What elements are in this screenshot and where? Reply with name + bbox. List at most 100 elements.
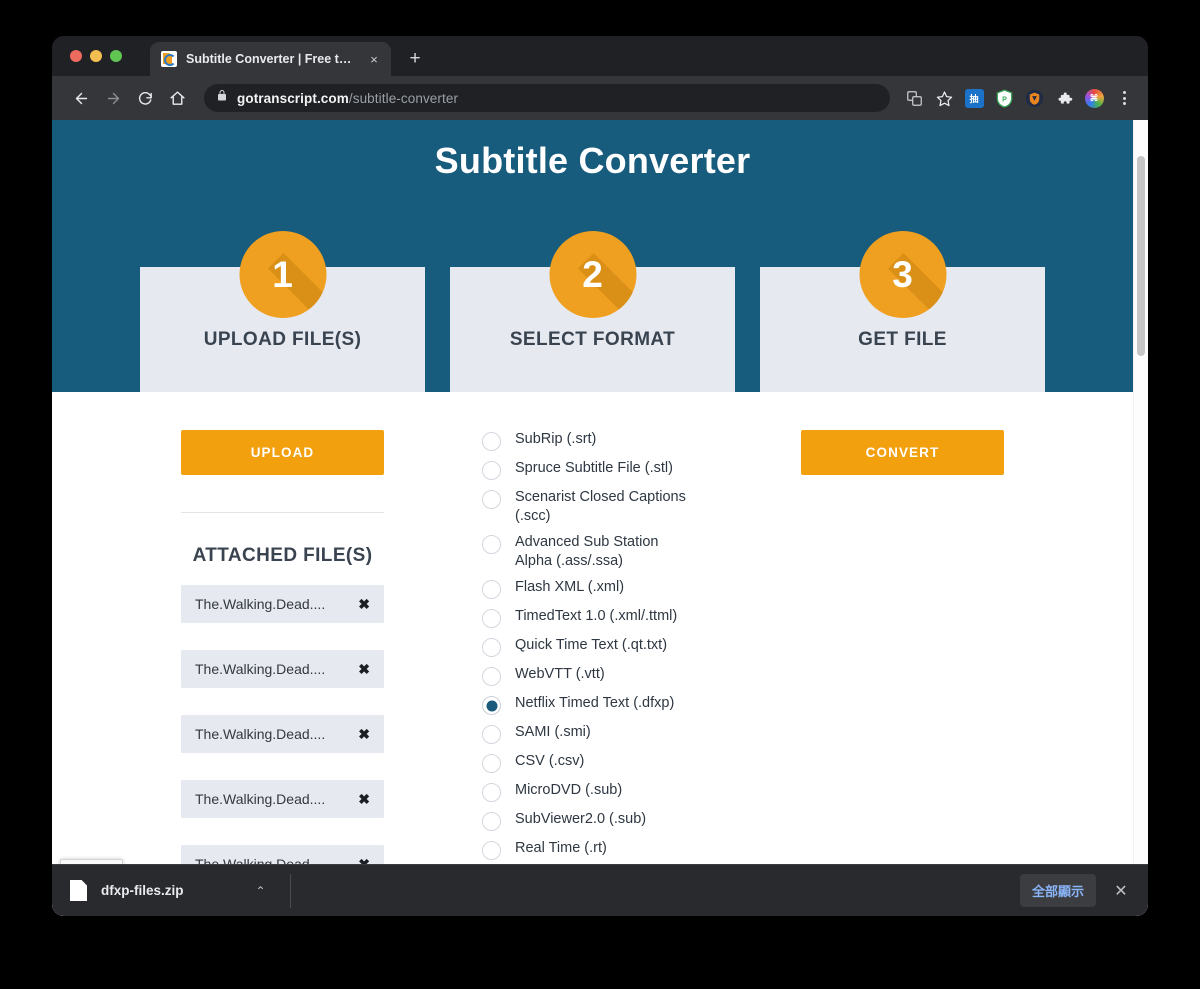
page-viewport: Subtitle Converter 1 UPLOAD FILE(S) UPLO… [52, 120, 1148, 916]
downloads-bar-actions: 全部顯示 ✕ [1019, 874, 1134, 907]
address-bar-url: gotranscript.com/subtitle-converter [237, 91, 458, 106]
format-option[interactable]: Scenarist Closed Captions (.scc) [482, 488, 713, 525]
format-option-label: MicroDVD (.sub) [515, 782, 623, 799]
radio-button-selected[interactable] [482, 696, 501, 716]
step-3-number-badge: 3 [859, 231, 946, 318]
close-tab-icon[interactable]: × [365, 50, 383, 68]
radio-button[interactable] [482, 580, 501, 600]
format-option[interactable]: MicroDVD (.sub) [482, 781, 713, 803]
format-option-label: Spruce Subtitle File (.stl) [515, 460, 673, 476]
step-select-format: 2 SELECT FORMAT SubRip (.srt) Spruce Subt… [450, 230, 735, 910]
format-option[interactable]: WebVTT (.vtt) [482, 665, 713, 687]
remove-file-icon[interactable]: ✖ [352, 596, 370, 613]
convert-button[interactable]: CONVERT [801, 430, 1004, 475]
close-downloads-bar-icon[interactable]: ✕ [1108, 878, 1134, 904]
url-path: /subtitle-converter [348, 90, 459, 106]
address-bar[interactable]: gotranscript.com/subtitle-converter [204, 84, 890, 112]
downloads-bar: dfxp-files.zip ⌃ 全部顯示 ✕ [52, 864, 1148, 916]
bookmark-star-icon[interactable] [930, 84, 958, 112]
remove-file-icon[interactable]: ✖ [352, 726, 370, 743]
extension-dictionary-icon[interactable]: 抽 [960, 84, 988, 112]
list-item[interactable]: The.Walking.Dead.... ✖ [181, 780, 384, 818]
format-option[interactable]: SubViewer2.0 (.sub) [482, 810, 713, 832]
chevron-up-icon[interactable]: ⌃ [256, 884, 266, 898]
extension-rainbow-icon[interactable]: ⌘ [1080, 84, 1108, 112]
steps-container: 1 UPLOAD FILE(S) UPLOAD ATTACHED FILE(S)… [52, 230, 1133, 910]
menu-dots [1122, 91, 1126, 105]
step-3-number: 3 [892, 253, 913, 295]
format-option[interactable]: Netflix Timed Text (.dfxp) [482, 694, 713, 716]
format-option-label: Real Time (.rt) [515, 840, 607, 857]
remove-file-icon[interactable]: ✖ [352, 791, 370, 808]
radio-button[interactable] [482, 638, 501, 658]
document-icon [70, 880, 87, 901]
format-option[interactable]: Flash XML (.xml) [482, 578, 713, 600]
show-all-downloads-button[interactable]: 全部顯示 [1019, 874, 1096, 907]
format-option-label: SAMI (.smi) [515, 724, 591, 741]
radio-button[interactable] [482, 754, 501, 774]
new-tab-button[interactable]: + [401, 42, 429, 76]
forward-arrow-icon[interactable] [98, 83, 128, 113]
radio-button[interactable] [482, 783, 501, 803]
format-option[interactable]: SubRip (.srt) [482, 430, 713, 451]
radio-button[interactable] [482, 667, 501, 687]
format-option[interactable]: TimedText 1.0 (.xml/.ttml) [482, 607, 713, 629]
close-window-button[interactable] [70, 50, 82, 62]
page-scrollbar[interactable] [1133, 120, 1148, 916]
upload-divider [181, 512, 384, 513]
format-option-label: Scenarist Closed Captions (.scc) [515, 489, 686, 524]
attached-files-list: The.Walking.Dead.... ✖ The.Walking.Dead.… [162, 585, 403, 883]
radio-button[interactable] [482, 609, 501, 629]
radio-button[interactable] [482, 461, 501, 480]
format-option-label: CSV (.csv) [515, 753, 585, 770]
back-arrow-icon[interactable] [66, 83, 96, 113]
attached-file-name: The.Walking.Dead.... [195, 791, 326, 807]
url-domain: gotranscript.com [237, 90, 349, 106]
download-item[interactable]: dfxp-files.zip ⌃ [70, 873, 291, 908]
format-option[interactable]: Real Time (.rt) [482, 839, 713, 861]
extension-rainbow-badge: ⌘ [1084, 88, 1104, 108]
radio-button[interactable] [482, 841, 501, 861]
radio-button[interactable] [482, 490, 501, 509]
radio-button[interactable] [482, 812, 501, 832]
step-2-number-badge: 2 [549, 231, 636, 318]
list-item[interactable]: The.Walking.Dead.... ✖ [181, 585, 384, 623]
upload-button[interactable]: UPLOAD [181, 430, 384, 475]
list-item[interactable]: The.Walking.Dead.... ✖ [181, 650, 384, 688]
chrome-menu-icon[interactable] [1110, 84, 1138, 112]
list-item[interactable]: The.Walking.Dead.... ✖ [181, 715, 384, 753]
step-2-number: 2 [582, 253, 603, 295]
format-option-label: SubViewer2.0 (.sub) [515, 811, 647, 828]
page-scrollbar-thumb[interactable] [1137, 156, 1145, 356]
format-option[interactable]: Advanced Sub Station Alpha (.ass/.ssa) [482, 533, 713, 570]
extensions-puzzle-icon[interactable] [1050, 84, 1078, 112]
extension-dictionary-badge: 抽 [964, 88, 984, 108]
format-option-label: SubRip (.srt) [515, 431, 597, 447]
step-1-body: UPLOAD ATTACHED FILE(S) The.Walking.Dead… [140, 392, 425, 883]
maximize-window-button[interactable] [110, 50, 122, 62]
format-radio-group: SubRip (.srt) Spruce Subtitle File (.stl)… [472, 430, 713, 890]
step-3-body: CONVERT [760, 392, 1045, 742]
radio-button[interactable] [482, 725, 501, 745]
home-icon[interactable] [162, 83, 192, 113]
browser-tab[interactable]: Subtitle Converter | Free tool × [150, 42, 391, 76]
svg-text:P: P [1002, 95, 1007, 103]
extension-purevpn-icon[interactable]: P [990, 84, 1018, 112]
step-2-header: 2 SELECT FORMAT [450, 231, 735, 392]
remove-file-icon[interactable]: ✖ [352, 661, 370, 678]
format-option-label: Flash XML (.xml) [515, 579, 625, 596]
format-option[interactable]: SAMI (.smi) [482, 723, 713, 745]
reload-icon[interactable] [130, 83, 160, 113]
radio-button[interactable] [482, 432, 501, 451]
window-controls [66, 36, 128, 76]
format-option[interactable]: Spruce Subtitle File (.stl) [482, 459, 713, 480]
attached-files-title: ATTACHED FILE(S) [192, 545, 373, 566]
radio-button[interactable] [482, 535, 501, 555]
format-option-label: Netflix Timed Text (.dfxp) [515, 695, 675, 712]
extension-shield-icon[interactable] [1020, 84, 1048, 112]
format-option[interactable]: CSV (.csv) [482, 752, 713, 774]
format-option[interactable]: Quick Time Text (.qt.txt) [482, 636, 713, 658]
browser-toolbar: gotranscript.com/subtitle-converter 抽 P … [52, 76, 1148, 120]
translate-icon[interactable] [900, 84, 928, 112]
minimize-window-button[interactable] [90, 50, 102, 62]
